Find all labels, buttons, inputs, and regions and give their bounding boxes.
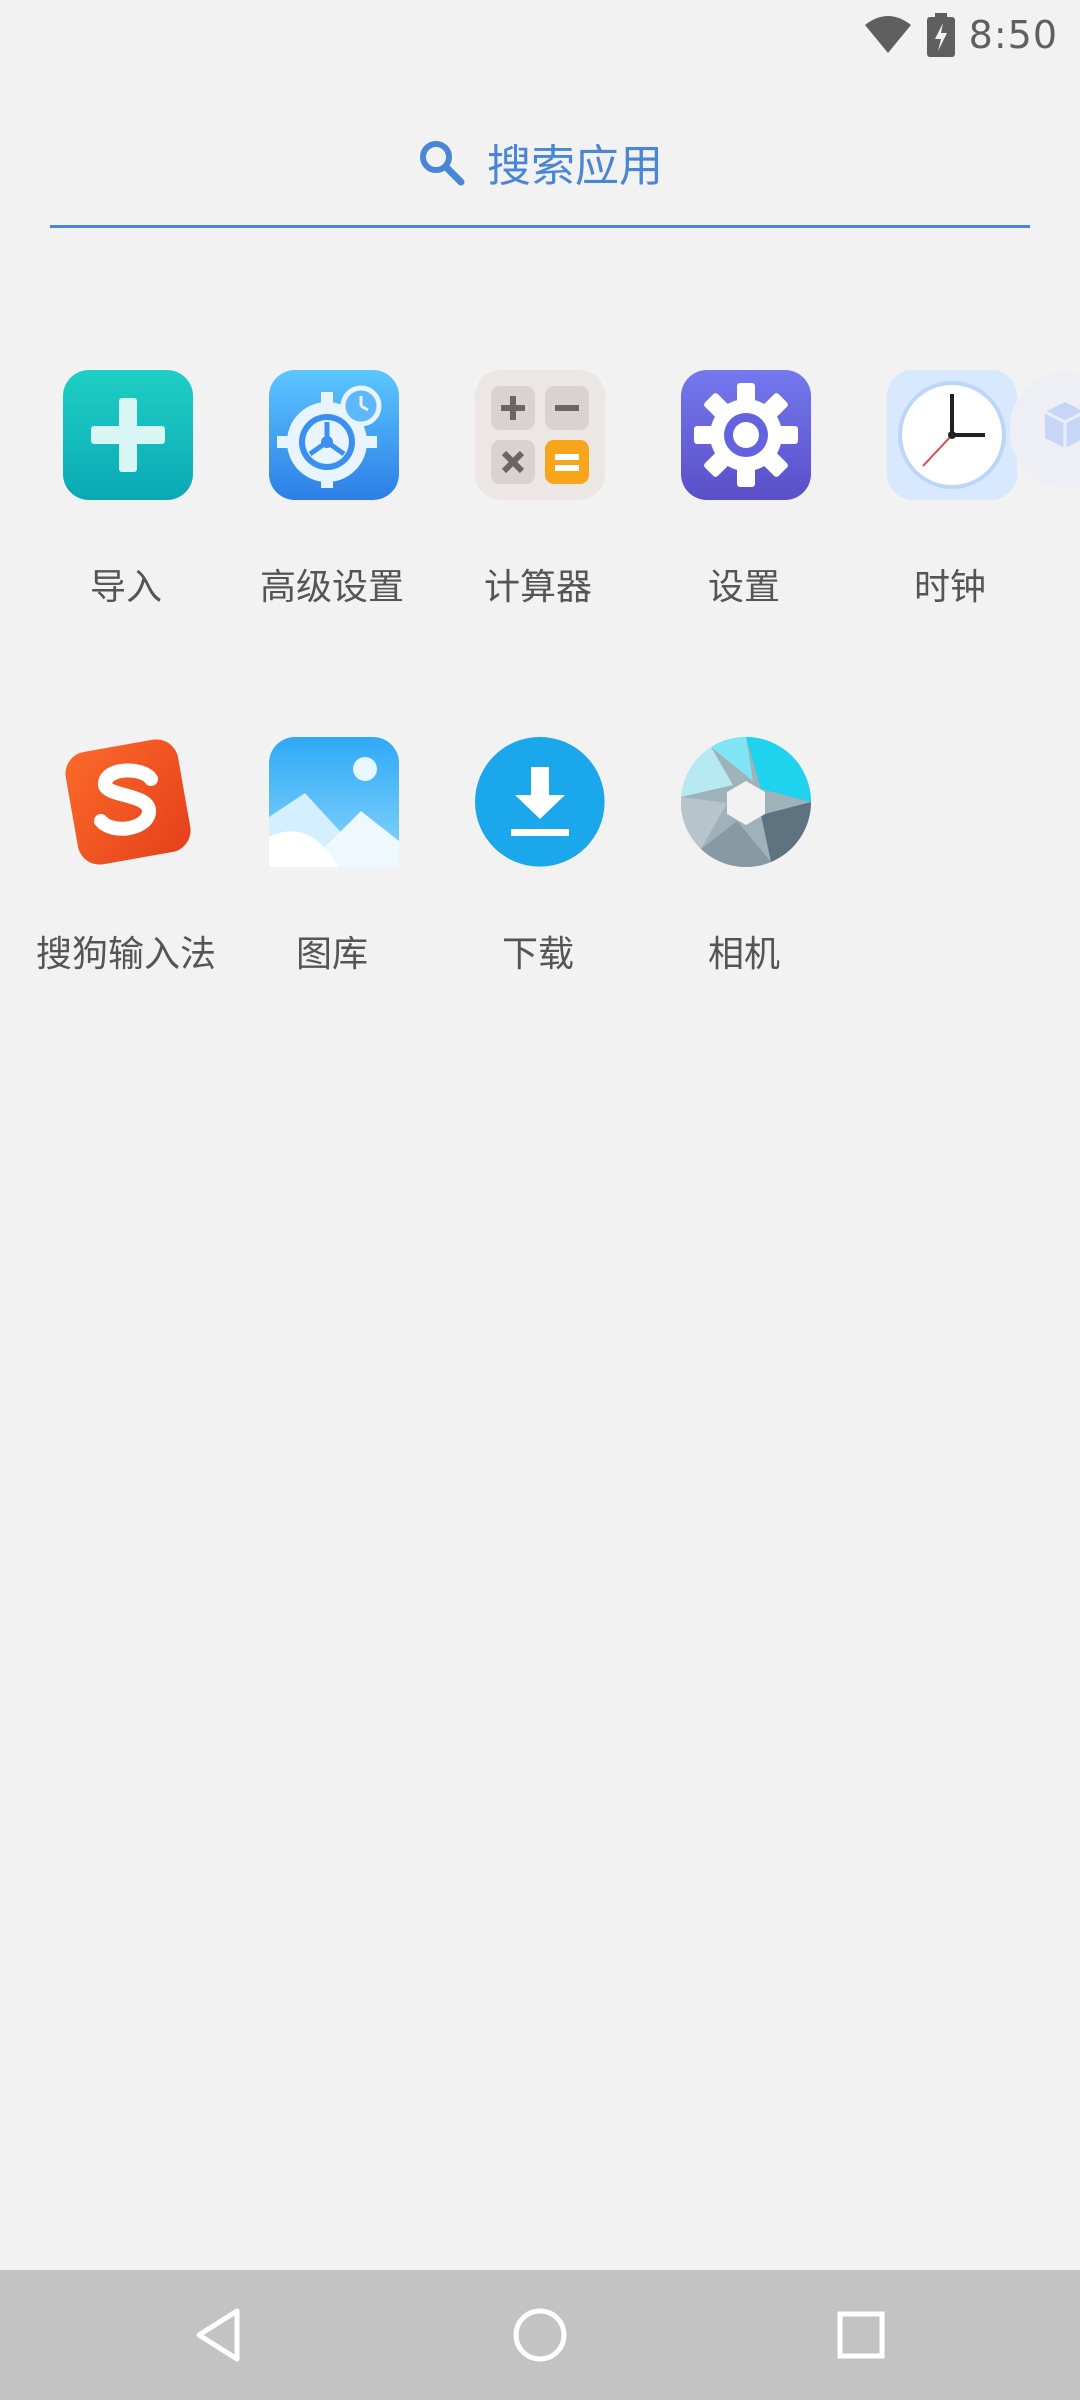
- search-field[interactable]: 搜索应用: [50, 120, 1030, 228]
- app-settings[interactable]: 设置: [641, 370, 847, 610]
- app-calculator[interactable]: 计算器: [435, 370, 641, 610]
- app-import[interactable]: 导入: [23, 370, 229, 610]
- gallery-icon: [269, 737, 399, 867]
- app-advanced-settings[interactable]: 高级设置: [229, 370, 435, 610]
- download-icon: [475, 737, 605, 867]
- app-label: 相机: [707, 934, 780, 975]
- recents-square-icon: [837, 2311, 885, 2359]
- status-time: 8:50: [968, 13, 1058, 57]
- status-bar: 8:50: [0, 0, 1080, 70]
- calculator-icon: [475, 370, 605, 500]
- settings-gear-icon: [681, 370, 811, 500]
- app-label: 时钟: [913, 567, 986, 608]
- app-camera[interactable]: 相机: [641, 737, 847, 977]
- home-circle-icon: [513, 2308, 567, 2362]
- home-button[interactable]: [497, 2292, 583, 2378]
- status-icons: 8:50: [863, 10, 1058, 60]
- advanced-settings-icon: [269, 370, 399, 500]
- app-download[interactable]: 下载: [435, 737, 641, 977]
- search-icon: [420, 140, 465, 185]
- recents-button[interactable]: [818, 2292, 904, 2378]
- import-plus-icon: [63, 370, 193, 500]
- search-placeholder: 搜索应用: [487, 140, 663, 192]
- back-triangle-icon: [196, 2308, 240, 2362]
- app-gallery[interactable]: 图库: [229, 737, 435, 977]
- navigation-bar: [0, 2270, 1080, 2400]
- camera-aperture-icon: [681, 737, 811, 867]
- sogou-input-icon: [63, 737, 193, 867]
- clock-icon: [887, 370, 1017, 500]
- wifi-icon: [864, 16, 911, 53]
- app-sogou-input[interactable]: 搜狗输入法: [23, 737, 229, 977]
- back-button[interactable]: [178, 2292, 264, 2378]
- battery-charging-icon: [926, 13, 955, 57]
